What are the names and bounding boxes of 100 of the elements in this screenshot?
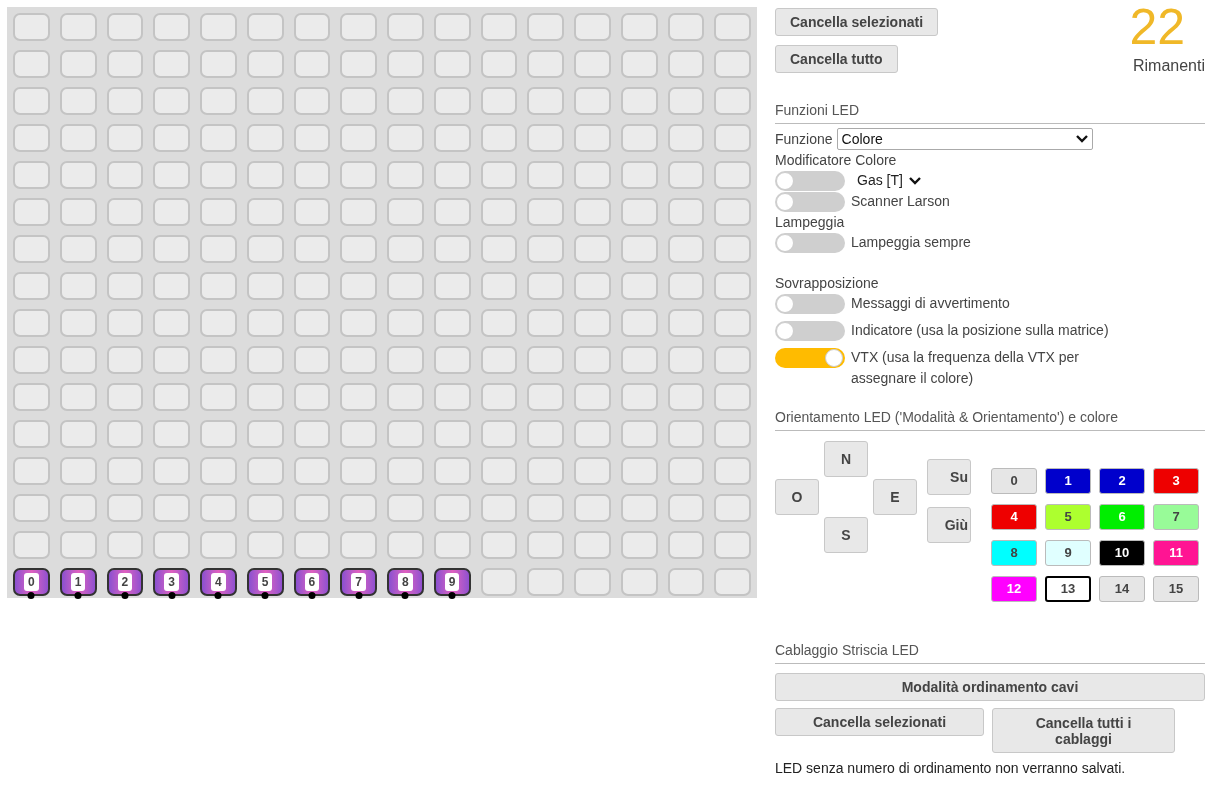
led-cell[interactable] (714, 457, 751, 485)
led-cell[interactable] (246, 346, 284, 374)
led-cell[interactable] (293, 235, 331, 263)
led-cell[interactable] (667, 309, 705, 337)
led-cell[interactable] (387, 494, 424, 522)
led-cell[interactable] (200, 346, 237, 374)
led-cell[interactable] (574, 50, 611, 78)
led-cell[interactable] (574, 346, 611, 374)
led-cell[interactable] (667, 494, 705, 522)
led-cell[interactable] (153, 383, 190, 411)
led-cell[interactable] (153, 161, 190, 189)
led-cell[interactable] (106, 235, 144, 263)
led-cell[interactable] (714, 50, 751, 78)
led-cell[interactable] (620, 87, 658, 115)
led-cell[interactable] (200, 13, 237, 41)
led-cell[interactable] (667, 124, 705, 152)
led-cell[interactable] (667, 457, 705, 485)
led-cell[interactable] (13, 531, 50, 559)
led-cell[interactable] (714, 494, 751, 522)
led-cell[interactable] (667, 346, 705, 374)
led-cell[interactable] (480, 87, 518, 115)
led-cell[interactable] (340, 124, 377, 152)
led-cell[interactable] (106, 346, 144, 374)
led-cell[interactable] (153, 124, 190, 152)
led-cell[interactable] (13, 309, 50, 337)
led-cell[interactable] (433, 50, 471, 78)
led-cell[interactable] (246, 87, 284, 115)
led-cell[interactable] (714, 124, 751, 152)
led-cell[interactable] (153, 531, 190, 559)
led-cell[interactable] (59, 50, 97, 78)
led-cell[interactable] (527, 457, 564, 485)
led-cell[interactable] (714, 346, 751, 374)
led-cell[interactable] (106, 309, 144, 337)
led-cell[interactable] (714, 568, 751, 596)
led-cell[interactable] (714, 235, 751, 263)
led-cell[interactable] (714, 531, 751, 559)
led-cell[interactable] (293, 198, 331, 226)
led-cell[interactable] (433, 13, 471, 41)
led-cell[interactable] (293, 420, 331, 448)
led-cell[interactable] (433, 346, 471, 374)
led-cell[interactable] (340, 272, 377, 300)
led-cell[interactable] (59, 13, 97, 41)
led-cell[interactable] (480, 235, 518, 263)
led-cell[interactable] (480, 383, 518, 411)
led-cell[interactable] (340, 420, 377, 448)
led-cell[interactable] (106, 198, 144, 226)
led-cell[interactable] (574, 531, 611, 559)
led-cell[interactable] (106, 272, 144, 300)
color-swatch[interactable]: 2 (1099, 468, 1145, 494)
led-cell[interactable] (340, 198, 377, 226)
led-cell[interactable] (246, 420, 284, 448)
led-cell[interactable] (480, 531, 518, 559)
clear-button[interactable]: Cancella tutto (775, 45, 898, 73)
wired-led[interactable]: 8 (387, 568, 424, 596)
led-cell[interactable] (527, 420, 564, 448)
led-cell[interactable] (620, 124, 658, 152)
direction-button[interactable]: N (824, 441, 868, 477)
wired-led[interactable]: 4 (200, 568, 237, 596)
led-cell[interactable] (387, 161, 424, 189)
led-cell[interactable] (106, 161, 144, 189)
led-cell[interactable] (667, 272, 705, 300)
led-cell[interactable] (480, 457, 518, 485)
led-cell[interactable] (293, 457, 331, 485)
led-cell[interactable] (200, 457, 237, 485)
clear-selected-button[interactable]: Cancella selezionati (775, 708, 984, 736)
toggle-switch[interactable] (775, 294, 845, 314)
color-swatch[interactable]: 7 (1153, 504, 1199, 530)
led-cell[interactable] (574, 272, 611, 300)
led-cell[interactable] (340, 309, 377, 337)
modifier-select[interactable]: Gas [T] (851, 170, 921, 191)
led-cell[interactable] (59, 531, 97, 559)
led-cell[interactable] (667, 420, 705, 448)
led-cell[interactable] (433, 420, 471, 448)
led-cell[interactable] (13, 87, 50, 115)
led-cell[interactable] (13, 161, 50, 189)
led-cell[interactable] (153, 50, 190, 78)
color-swatch[interactable]: 15 (1153, 576, 1199, 602)
led-cell[interactable] (246, 457, 284, 485)
color-swatch[interactable]: 14 (1099, 576, 1145, 602)
led-cell[interactable] (340, 457, 377, 485)
led-cell[interactable] (246, 50, 284, 78)
led-cell[interactable] (106, 383, 144, 411)
led-cell[interactable] (106, 457, 144, 485)
led-cell[interactable] (200, 309, 237, 337)
toggle-switch[interactable] (775, 321, 845, 341)
led-cell[interactable] (574, 568, 611, 596)
led-cell[interactable] (527, 161, 564, 189)
wired-led[interactable]: 5 (246, 568, 284, 596)
color-swatch[interactable]: 10 (1099, 540, 1145, 566)
led-cell[interactable] (527, 346, 564, 374)
led-cell[interactable] (620, 272, 658, 300)
led-cell[interactable] (620, 568, 658, 596)
led-cell[interactable] (387, 346, 424, 374)
led-cell[interactable] (293, 494, 331, 522)
led-cell[interactable] (714, 198, 751, 226)
led-cell[interactable] (59, 124, 97, 152)
led-cell[interactable] (340, 346, 377, 374)
led-cell[interactable] (13, 346, 50, 374)
led-cell[interactable] (433, 161, 471, 189)
led-cell[interactable] (340, 531, 377, 559)
